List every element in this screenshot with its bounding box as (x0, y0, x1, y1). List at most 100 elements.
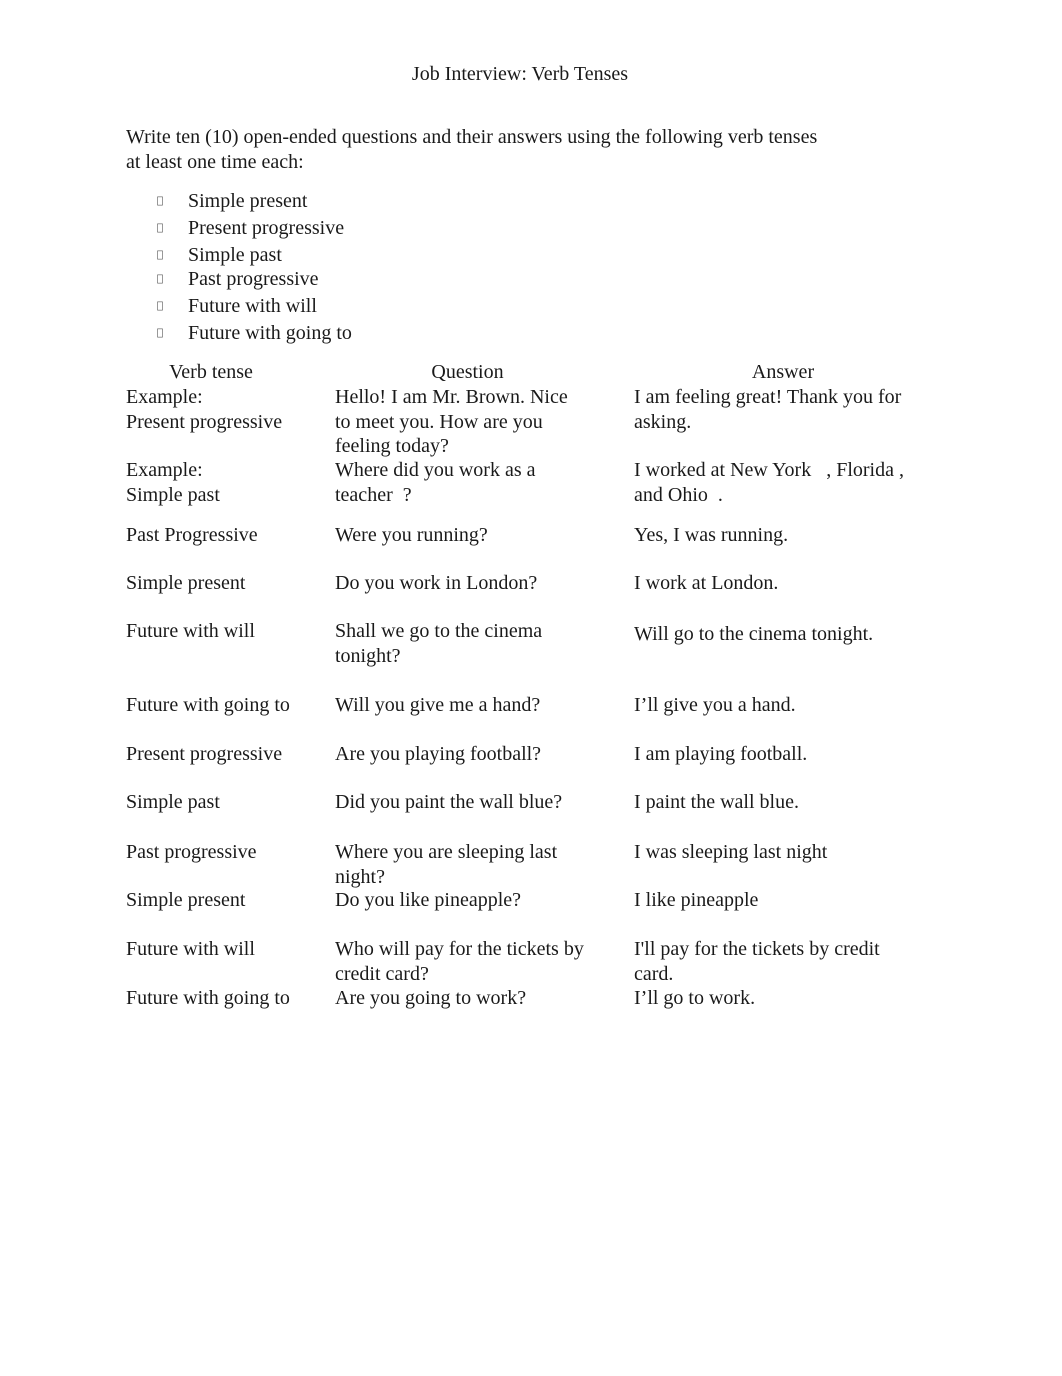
cell-line: card. (634, 962, 674, 985)
verb-tense-cell: Past Progressive (126, 523, 258, 548)
answer-cell: Will go to the cinema tonight. (634, 622, 873, 647)
list-item: Simple past (188, 244, 282, 266)
answer-cell: I worked at New York , Florida , and Ohio… (634, 458, 904, 507)
cell-line: Future with going to (126, 987, 290, 1009)
question-cell: Do you work in London? (335, 571, 537, 596)
list-item: Past progressive (188, 268, 319, 290)
cell-line: Example: (126, 386, 203, 408)
verb-tense-cell: Future with going to (126, 693, 290, 718)
cell-line: feeling today? (335, 435, 449, 457)
list-item: Future with going to (188, 322, 352, 344)
cell-line: Hello! I am Mr. Brown. Nice (335, 386, 568, 408)
cell-line: Are you playing football? (335, 743, 542, 765)
cell-line: Example: (126, 459, 203, 481)
cell-line: Yes, I was running. (634, 524, 789, 546)
answer-cell: I am feeling great! Thank you for asking. (634, 385, 901, 434)
question-cell: Are you playing football? (335, 742, 541, 767)
question-cell: Are you going to work? (335, 986, 526, 1011)
cell-line: to meet you. How are you (335, 410, 543, 433)
verb-tense-cell: Future with will (126, 937, 255, 962)
verb-tense-cell: Simple present (126, 888, 245, 913)
verb-tense-cell: Present progressive (126, 742, 282, 767)
cell-line: and Ohio . (634, 483, 723, 506)
cell-line: I am playing football. (634, 743, 808, 765)
cell-line: Where you are sleeping last (335, 841, 558, 863)
question-cell: Did you paint the wall blue? (335, 790, 562, 815)
cell-line: I’ll go to work. (634, 987, 756, 1009)
instructions-line: Write ten (10) open-ended questions and … (126, 126, 818, 148)
cell-line: Do you like pineapple? (335, 889, 522, 911)
cell-line: Present progressive (126, 410, 283, 433)
cell-line: Simple past (126, 483, 220, 506)
cell-line: I was sleeping last night (634, 841, 828, 863)
cell-line: I'll pay for the tickets by credit (634, 938, 880, 960)
bullet-icon (157, 328, 163, 338)
list-item: Present progressive (188, 217, 345, 239)
bullet-icon (157, 301, 163, 311)
question-cell: Where you are sleeping last night? (335, 840, 557, 889)
cell-line: I work at London. (634, 572, 779, 594)
cell-line: Simple past (126, 791, 220, 813)
answer-cell: I'll pay for the tickets by credit card. (634, 937, 880, 986)
cell-line: Are you going to work? (335, 987, 527, 1009)
verb-tense-cell: Future with going to (126, 986, 290, 1011)
cell-line: I am feeling great! Thank you for (634, 386, 902, 408)
answer-cell: I’ll go to work. (634, 986, 755, 1011)
bullet-icon (157, 274, 163, 284)
header-question: Question (431, 361, 504, 383)
bullet-icon (157, 250, 163, 260)
cell-line: teacher ? (335, 483, 412, 506)
answer-cell: I paint the wall blue. (634, 790, 799, 815)
cell-line: Present progressive (126, 743, 283, 765)
bullet-icon (157, 223, 163, 233)
verb-tense-cell: Past progressive (126, 840, 257, 865)
question-cell: Do you like pineapple? (335, 888, 521, 913)
cell-line: Will you give me a hand? (335, 694, 541, 716)
list-item: Simple present (188, 190, 308, 212)
cell-line: Do you work in London? (335, 572, 538, 594)
cell-line: asking. (634, 410, 692, 433)
list-item: Future with will (188, 295, 317, 317)
answer-cell: I’ll give you a hand. (634, 693, 796, 718)
question-cell: Will you give me a hand? (335, 693, 540, 718)
cell-line: I’ll give you a hand. (634, 694, 796, 716)
question-cell: Were you running? (335, 523, 488, 548)
cell-line: Where did you work as a (335, 459, 536, 481)
question-cell: Who will pay for the tickets by credit ca… (335, 937, 584, 986)
cell-line: Simple present (126, 572, 246, 594)
header-verb-tense: Verb tense (169, 361, 253, 383)
cell-line: I paint the wall blue. (634, 791, 799, 813)
answer-cell: I like pineapple (634, 888, 758, 913)
verb-tense-cell: Simple present (126, 571, 245, 596)
cell-line: Future with will (126, 620, 255, 642)
verb-tense-cell: Simple past (126, 790, 220, 815)
cell-line: Future with will (126, 938, 255, 960)
instructions: Write ten (10) open-ended questions and … (126, 125, 817, 174)
cell-line: Past Progressive (126, 524, 258, 546)
cell-line: I worked at New York , Florida , (634, 459, 904, 481)
cell-line: Past progressive (126, 841, 257, 863)
cell-line: Will go to the cinema tonight. (634, 623, 874, 645)
cell-line: Were you running? (335, 524, 488, 546)
verb-tense-cell: Example: Simple past (126, 458, 220, 507)
cell-line: credit card? (335, 962, 429, 985)
cell-line: Shall we go to the cinema (335, 620, 543, 642)
verb-tense-cell: Example: Present progressive (126, 385, 282, 434)
bullet-icon (157, 196, 163, 206)
answer-cell: I work at London. (634, 571, 778, 596)
answer-cell: I am playing football. (634, 742, 807, 767)
cell-line: tonight? (335, 644, 401, 667)
cell-line: Did you paint the wall blue? (335, 791, 563, 813)
cell-line: Future with going to (126, 694, 290, 716)
instructions-line: at least one time each: (126, 150, 304, 173)
answer-cell: Yes, I was running. (634, 523, 788, 548)
cell-line: I like pineapple (634, 889, 759, 911)
header-answer: Answer (751, 361, 815, 383)
question-cell: Where did you work as a teacher ? (335, 458, 536, 507)
document-title: Job Interview: Verb Tenses (411, 63, 629, 85)
question-cell: Hello! I am Mr. Brown. Nice to meet you. … (335, 385, 568, 459)
question-cell: Shall we go to the cinema tonight? (335, 619, 542, 668)
verb-tense-cell: Future with will (126, 619, 255, 644)
answer-cell: I was sleeping last night (634, 840, 827, 865)
cell-line: Who will pay for the tickets by (335, 938, 584, 960)
